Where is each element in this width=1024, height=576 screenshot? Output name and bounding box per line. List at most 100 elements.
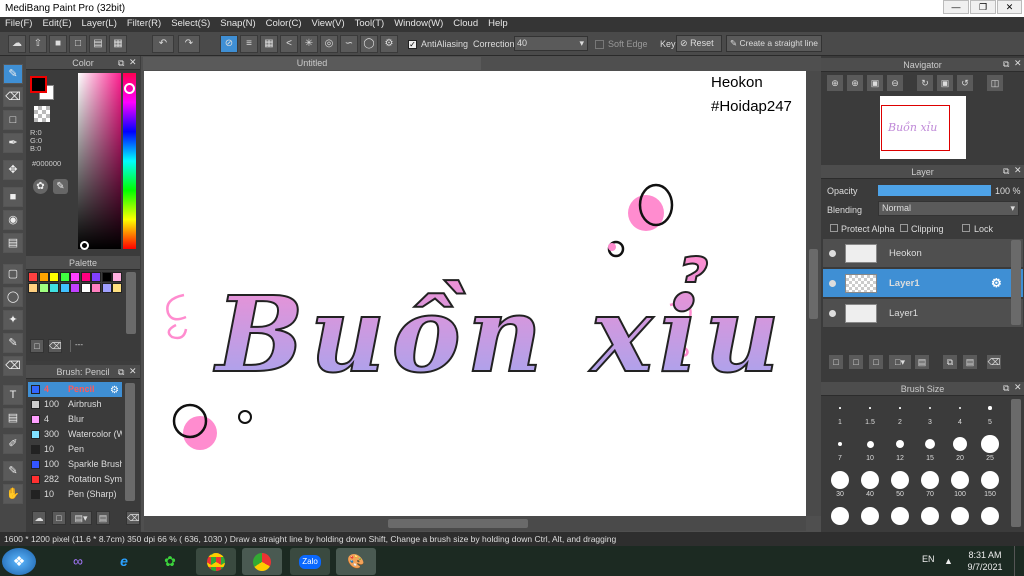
palette-swatch[interactable]	[101, 283, 112, 293]
maximize-button[interactable]: ❐	[970, 0, 996, 14]
coccoc-icon[interactable]: ✿	[150, 548, 190, 575]
select-pen-tool-icon[interactable]: ✎	[3, 333, 23, 353]
horizontal-scroll-thumb[interactable]	[388, 519, 528, 528]
color-picker-icon[interactable]: ✎	[53, 179, 68, 194]
menu-tool[interactable]: Tool(T)	[350, 17, 390, 30]
color-wheel-icon[interactable]: ✿	[33, 179, 48, 194]
trash-icon[interactable]: ⌫	[126, 511, 140, 525]
clock[interactable]: 8:31 AM 9/7/2021	[961, 549, 1009, 573]
circle-snap-icon[interactable]: ◯	[360, 35, 378, 53]
brush-size-option[interactable]: 150	[975, 469, 1005, 505]
angle-snap-icon[interactable]: <	[280, 35, 298, 53]
menu-filter[interactable]: Filter(R)	[122, 17, 166, 30]
eyedropper-tool-icon[interactable]: ✐	[3, 434, 23, 454]
tab-untitled[interactable]: Untitled	[143, 57, 481, 70]
add-layer-dropdown-icon[interactable]: □▾	[889, 355, 911, 369]
layer-row-heokon[interactable]: Heokon	[823, 239, 1023, 268]
redo-icon[interactable]: ↷	[178, 35, 200, 53]
brush-item[interactable]: 4 Pencil	[28, 382, 122, 397]
menu-select[interactable]: Select(S)	[166, 17, 215, 30]
cloud-brush-icon[interactable]: ☁	[32, 511, 46, 525]
snap-off-icon[interactable]: ⊘	[220, 35, 238, 53]
layer-scrollbar[interactable]	[1011, 240, 1021, 325]
opacity-slider[interactable]	[878, 185, 991, 196]
horizontal-scrollbar[interactable]	[144, 516, 806, 531]
rotate-right-icon[interactable]: ↺	[957, 75, 973, 91]
brush-size-option[interactable]: 100	[945, 469, 975, 505]
brush-size-option[interactable]	[885, 505, 915, 532]
palette-swatch[interactable]	[49, 272, 59, 282]
palette-swatch[interactable]	[91, 272, 101, 282]
brush-size-option[interactable]	[825, 505, 855, 532]
show-desktop-button[interactable]	[1014, 546, 1024, 576]
add-brush-dropdown-icon[interactable]: ▤▾	[70, 511, 92, 525]
brush-size-option[interactable]	[855, 505, 885, 532]
medibang-paint-icon[interactable]: 🎨	[336, 548, 376, 575]
transparent-color-swatch[interactable]	[34, 106, 50, 122]
palette-swatch[interactable]	[28, 283, 38, 293]
popout-icon[interactable]: ⧉	[1003, 383, 1009, 394]
brush-size-option[interactable]	[945, 505, 975, 532]
palette-swatch[interactable]	[91, 283, 101, 293]
brush-item[interactable]: 282 Rotation Sym	[28, 472, 122, 487]
shape-tool-icon[interactable]: ■	[3, 187, 23, 207]
flip-icon[interactable]: ◫	[987, 75, 1003, 91]
clipboard-icon[interactable]: ▦	[109, 35, 127, 53]
radial-snap-icon[interactable]: ✳	[300, 35, 318, 53]
popout-icon[interactable]: ⧉	[1003, 59, 1009, 70]
settings-icon[interactable]: ⚙	[380, 35, 398, 53]
rotate-icon[interactable]: ↻	[917, 75, 933, 91]
share-icon[interactable]: ⇧	[29, 35, 47, 53]
palette-swatch[interactable]	[112, 272, 122, 282]
palette-swatch[interactable]	[28, 272, 38, 282]
fit-icon[interactable]: ▣	[867, 75, 883, 91]
menu-cloud[interactable]: Cloud	[448, 17, 483, 30]
layer-row-layer1[interactable]: Layer1	[823, 299, 1023, 328]
frame-tool-icon[interactable]: ▤	[3, 408, 23, 428]
foreground-color-front[interactable]	[30, 76, 47, 93]
brush-size-scrollbar[interactable]	[1011, 399, 1021, 527]
palette-swatch[interactable]	[38, 283, 49, 293]
menu-edit[interactable]: Edit(E)	[37, 17, 76, 30]
curve-snap-icon[interactable]: ∽	[340, 35, 358, 53]
brush-scrollbar[interactable]	[125, 383, 135, 501]
brush-size-option[interactable]: 70	[915, 469, 945, 505]
palette-swatch[interactable]	[112, 283, 122, 293]
merge-layer-icon[interactable]: ▤	[963, 355, 977, 369]
protect-alpha-checkbox[interactable]	[830, 224, 838, 232]
chat-icon[interactable]: □	[69, 35, 87, 53]
layer-settings-gear-icon[interactable]: ⚙	[991, 269, 1002, 298]
brush-item[interactable]: 10 Pen	[28, 442, 122, 457]
trash-icon[interactable]: ⌫	[987, 355, 1001, 369]
eye-icon[interactable]	[829, 250, 836, 257]
new-8bit-layer-icon[interactable]: □	[869, 355, 883, 369]
new-palette-icon[interactable]: □	[30, 339, 44, 353]
palette-swatch[interactable]	[70, 272, 80, 282]
internet-explorer-icon[interactable]: e	[104, 548, 144, 575]
folder-icon[interactable]: ▤	[915, 355, 929, 369]
blending-select[interactable]: Normal ▾	[878, 201, 1019, 216]
menu-layer[interactable]: Layer(L)	[77, 17, 122, 30]
parallel-snap-icon[interactable]: ≡	[240, 35, 258, 53]
popout-icon[interactable]: ⧉	[1003, 166, 1009, 177]
reset-button[interactable]: ⊘ Reset	[676, 35, 722, 52]
brush-size-option[interactable]	[915, 505, 945, 532]
new-brush-icon[interactable]: □	[52, 511, 66, 525]
brush-size-option[interactable]: 40	[855, 469, 885, 505]
grid-snap-icon[interactable]: ▦	[260, 35, 278, 53]
zoom-in-plus-icon[interactable]: ⊕	[847, 75, 863, 91]
close-icon[interactable]: ✕	[1014, 382, 1022, 393]
brush-size-option[interactable]: 30	[825, 469, 855, 505]
hue-slider[interactable]	[123, 73, 136, 249]
brush-size-option[interactable]: 12	[885, 433, 915, 469]
popout-icon[interactable]: ⧉	[118, 367, 124, 378]
brush-properties-icon[interactable]: ▤	[96, 511, 110, 525]
vertical-scrollbar[interactable]	[806, 71, 821, 516]
undo-icon[interactable]: ↶	[152, 35, 174, 53]
brush-size-option[interactable]: 15	[915, 433, 945, 469]
clipping-checkbox[interactable]	[900, 224, 908, 232]
vertical-scroll-thumb[interactable]	[809, 249, 818, 319]
trash-icon[interactable]: ⌫	[48, 339, 62, 353]
close-button[interactable]: ✕	[997, 0, 1022, 14]
navigator-preview[interactable]: Buồn xỉu	[880, 96, 966, 159]
